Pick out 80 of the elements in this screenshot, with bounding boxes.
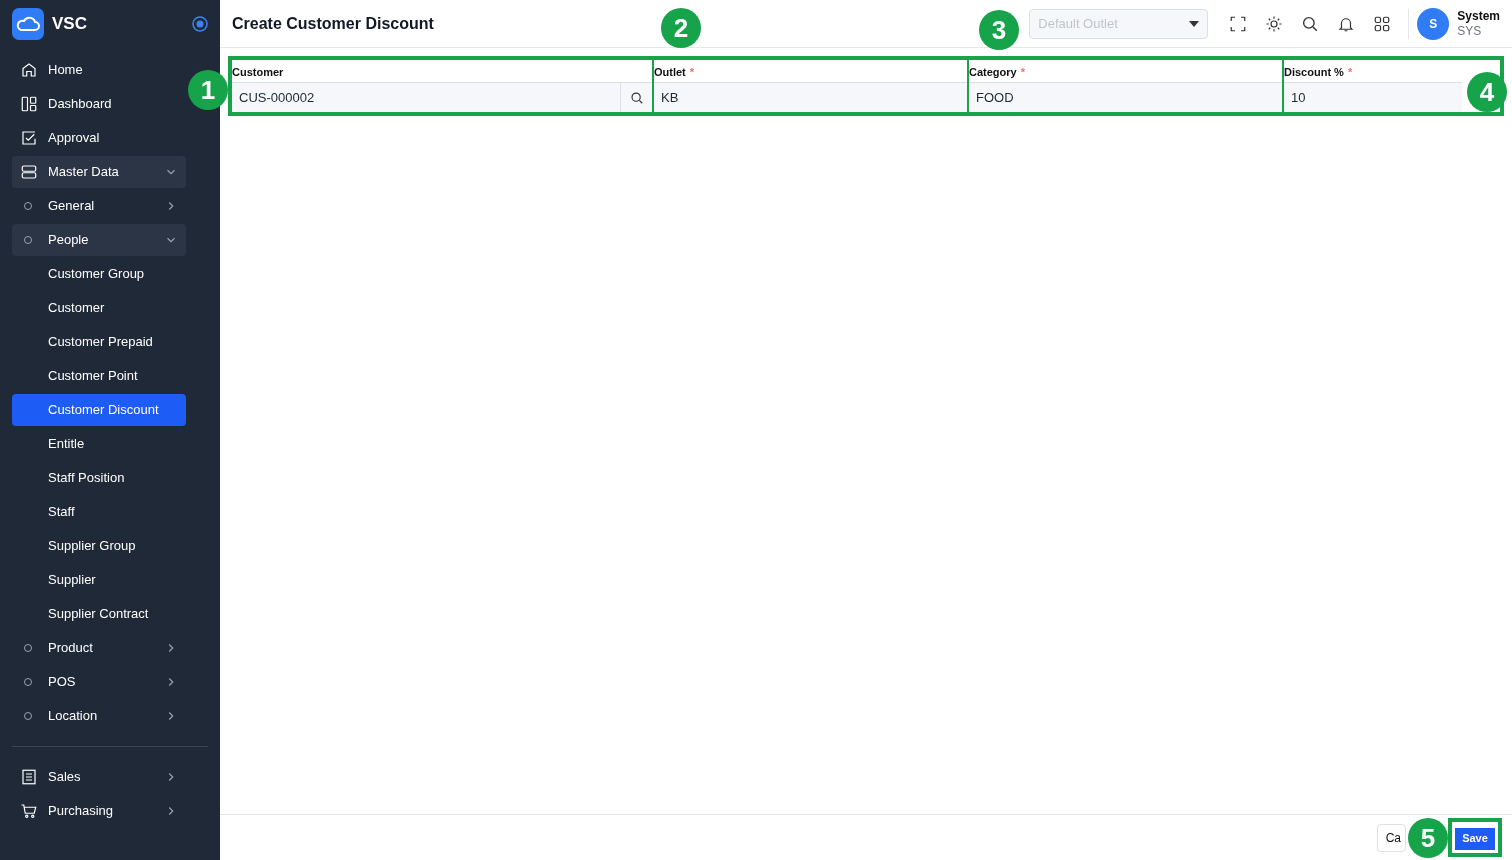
step-badge: 3 (979, 10, 1019, 50)
step-badge: 2 (661, 8, 701, 48)
item-label: Location (48, 707, 99, 726)
sidebar-item[interactable]: Customer (12, 292, 186, 324)
sidebar-item[interactable]: Staff Position (12, 462, 186, 494)
sidebar-item[interactable]: Customer Group (12, 258, 186, 290)
sidebar-item[interactable]: Product (12, 632, 186, 664)
fullscreen-icon[interactable] (1229, 14, 1248, 33)
sun-icon[interactable] (1265, 14, 1284, 33)
cancel-button[interactable]: Ca (1376, 823, 1406, 852)
item-label: Customer Prepaid (48, 333, 154, 352)
sidebar-item[interactable]: Master Data (12, 156, 186, 188)
brand-name: VSC (52, 13, 88, 36)
field-label: Discount % * (1284, 65, 1354, 80)
sidebar-item[interactable]: Customer Prepaid (12, 326, 186, 358)
sidebar-item[interactable]: Supplier Group (12, 530, 186, 562)
item-label: POS (48, 673, 77, 692)
sidebar-item[interactable]: Entitle (12, 428, 186, 460)
grid-icon[interactable] (1373, 14, 1392, 33)
caret-icon (1189, 20, 1200, 27)
item-label: Supplier Group (48, 537, 137, 556)
user-code: SYS (1457, 23, 1483, 39)
dashboard-icon (20, 95, 38, 113)
sidebar-item[interactable]: Sales (12, 761, 186, 793)
field-label: Customer (232, 65, 285, 80)
item-label: Entitle (48, 435, 86, 454)
item-label: Staff Position (48, 469, 126, 488)
field-value: CUS-000002 (238, 88, 316, 107)
cloud-logo-icon (12, 8, 44, 40)
item-label: Customer Point (48, 367, 139, 386)
item-label: Customer Discount (48, 401, 160, 420)
input-field[interactable]: KB (654, 82, 967, 112)
item-label: Dashboard (48, 95, 113, 114)
sidebar-item[interactable]: Approval (12, 122, 186, 154)
user-name: System (1457, 8, 1500, 24)
item-label: Approval (48, 129, 101, 148)
item-label: Purchasing (48, 802, 115, 821)
home-icon (20, 61, 38, 79)
item-label: Customer Group (48, 265, 146, 284)
sidebar-item[interactable]: Customer Point (12, 360, 186, 392)
field-value: FOOD (975, 88, 1015, 107)
item-label: Staff (48, 503, 76, 522)
server-icon (20, 163, 38, 181)
save-button[interactable]: Save (1455, 827, 1495, 850)
page-title: Create Customer Discount (232, 13, 434, 34)
field-label: Outlet * (654, 65, 696, 80)
checkbox-icon (20, 129, 38, 147)
sidebar-item[interactable]: Purchasing (12, 795, 186, 827)
input-field[interactable]: FOOD (969, 82, 1282, 112)
search-icon (629, 90, 644, 105)
sidebar-item[interactable]: Customer Discount (12, 394, 186, 426)
sidebar-item[interactable]: Supplier (12, 564, 186, 596)
item-label: Product (48, 639, 94, 658)
field-value: 10 (1290, 88, 1307, 107)
sidebar-item[interactable]: Staff (12, 496, 186, 528)
search-icon[interactable] (1301, 14, 1320, 33)
item-label: Supplier (48, 571, 97, 590)
sidebar-item[interactable]: General (12, 190, 186, 222)
item-label: Supplier Contract (48, 605, 150, 624)
input-field[interactable]: 10 (1284, 82, 1462, 112)
sidebar-item[interactable]: Location (12, 700, 186, 732)
item-label: Sales (48, 768, 82, 787)
lookup-field[interactable]: CUS-000002 (232, 82, 652, 112)
sidebar-item[interactable]: People (12, 224, 186, 256)
item-label: Home (48, 61, 84, 80)
user-avatar[interactable]: S (1417, 7, 1450, 40)
cart-icon (20, 802, 38, 820)
item-label: People (48, 231, 90, 250)
field-value: KB (660, 88, 680, 107)
item-label: General (48, 197, 96, 216)
sidebar-item[interactable]: Dashboard (12, 88, 186, 120)
radio-icon[interactable] (192, 16, 208, 32)
sidebar-item[interactable]: Supplier Contract (12, 598, 186, 630)
step-badge: 5 (1408, 818, 1448, 858)
sidebar-item[interactable]: Home (12, 54, 186, 86)
sidebar-item[interactable]: POS (12, 666, 186, 698)
item-label: Customer (48, 299, 106, 318)
item-label: Master Data (48, 163, 120, 182)
document-icon (20, 768, 38, 786)
field-label: Category * (969, 65, 1026, 80)
